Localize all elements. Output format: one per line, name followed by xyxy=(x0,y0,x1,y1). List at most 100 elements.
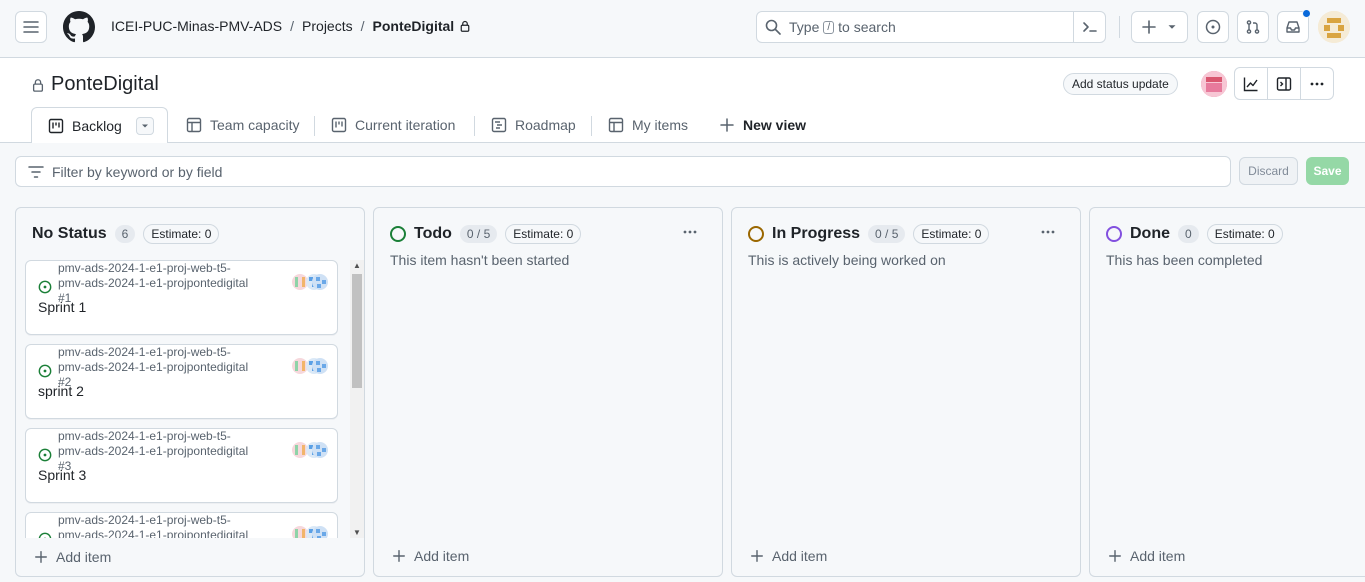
issue-opened-icon xyxy=(38,364,52,378)
graph-icon xyxy=(1243,77,1258,91)
menu-button[interactable] xyxy=(15,11,47,43)
column-done: Done 0 Estimate: 0 This has been complet… xyxy=(1089,207,1365,577)
table-icon xyxy=(186,117,202,133)
assignee-avatars-icon[interactable] xyxy=(292,525,328,538)
breadcrumb-separator: / xyxy=(290,18,295,34)
column-description: This item hasn't been started xyxy=(390,252,570,268)
scroll-up-arrow-icon[interactable]: ▲ xyxy=(353,261,361,270)
side-panel-button[interactable] xyxy=(1268,68,1301,99)
project-title-text: PonteDigital xyxy=(51,73,159,95)
notification-dot xyxy=(1302,9,1311,18)
inbox-button[interactable] xyxy=(1277,9,1311,43)
git-pull-request-icon xyxy=(1246,20,1260,34)
card-repo-line: pmv-ads-2024-1-e1-projpontedigital xyxy=(58,360,249,374)
project-owner-avatar[interactable] xyxy=(1201,71,1227,97)
kebab-horizontal-icon xyxy=(1041,230,1055,234)
column-count: 0 / 5 xyxy=(868,225,906,243)
add-item-button[interactable]: Add item xyxy=(392,548,469,564)
add-status-update-button[interactable]: Add status update xyxy=(1063,73,1178,95)
tab-label: Backlog xyxy=(72,117,122,134)
project-board-icon xyxy=(48,118,64,133)
card[interactable]: pmv-ads-2024-1-e1-proj-web-t5- pmv-ads-20… xyxy=(25,344,338,419)
command-palette-button[interactable] xyxy=(1073,12,1105,42)
lock-icon xyxy=(32,78,44,92)
more-options-button[interactable] xyxy=(1301,68,1333,99)
add-item-button[interactable]: Add item xyxy=(34,549,111,565)
tab-backlog[interactable]: Backlog xyxy=(31,107,168,144)
tab-label: New view xyxy=(743,117,807,133)
lock-icon xyxy=(460,20,470,32)
add-item-label: Add item xyxy=(414,548,470,564)
create-new-button[interactable] xyxy=(1131,11,1188,43)
add-item-button[interactable]: Add item xyxy=(1108,548,1185,564)
card[interactable]: pmv-ads-2024-1-e1-proj-web-t5- pmv-ads-20… xyxy=(25,428,338,503)
column-estimate: Estimate: 0 xyxy=(913,224,990,244)
column-no-status: No Status 6 Estimate: 0 pmv-ads-2024-1-e… xyxy=(15,207,365,577)
card-repo-line: pmv-ads-2024-1-e1-proj-web-t5- xyxy=(58,345,231,359)
plus-icon xyxy=(35,551,47,563)
card-repo-line: pmv-ads-2024-1-e1-proj-web-t5- xyxy=(58,513,231,527)
search-placeholder-prefix: Type xyxy=(789,19,820,35)
column-count: 0 xyxy=(1178,225,1199,243)
scrollbar-thumb[interactable] xyxy=(352,274,362,388)
scroll-down-arrow-icon[interactable]: ▼ xyxy=(353,528,361,537)
add-item-label: Add item xyxy=(1130,548,1186,564)
tab-team-capacity[interactable]: Team capacity xyxy=(186,107,299,143)
column-title: In Progress xyxy=(772,225,861,242)
header-divider xyxy=(1119,16,1120,38)
column-header: Todo 0 / 5 Estimate: 0 xyxy=(390,224,582,244)
search-icon xyxy=(765,19,781,35)
filter-icon xyxy=(28,166,44,178)
search-placeholder-suffix: to search xyxy=(838,19,896,35)
pull-requests-button[interactable] xyxy=(1237,11,1269,43)
table-icon xyxy=(608,117,624,133)
assignee-avatars-icon[interactable] xyxy=(292,273,328,291)
column-estimate: Estimate: 0 xyxy=(143,224,220,244)
issue-opened-icon xyxy=(38,448,52,462)
card-title[interactable]: Sprint 1 xyxy=(38,299,86,315)
card[interactable]: pmv-ads-2024-1-e1-proj-web-t5- pmv-ads-20… xyxy=(25,260,338,335)
search-input[interactable]: Type / to search xyxy=(756,11,1106,43)
discard-button[interactable]: Discard xyxy=(1239,157,1298,185)
column-menu-button[interactable] xyxy=(1034,222,1062,242)
filter-placeholder: Filter by keyword or by field xyxy=(52,163,223,180)
kebab-horizontal-icon xyxy=(683,230,697,234)
search-shortcut-key: / xyxy=(823,20,835,34)
avatar-identicon-icon xyxy=(1201,71,1227,97)
tab-my-items[interactable]: My items xyxy=(608,107,688,143)
card-repo-line: pmv-ads-2024-1-e1-proj-web-t5- xyxy=(58,429,231,443)
insights-button[interactable] xyxy=(1235,68,1268,99)
github-logo-icon[interactable] xyxy=(63,11,95,43)
card[interactable]: pmv-ads-2024-1-e1-proj-web-t5- pmv-ads-20… xyxy=(25,512,338,538)
project-board-icon xyxy=(331,117,347,133)
column-scrollbar[interactable]: ▲ ▼ xyxy=(350,260,364,538)
card-title[interactable]: Sprint 3 xyxy=(38,467,86,483)
add-item-button[interactable]: Add item xyxy=(750,548,827,564)
column-count: 6 xyxy=(114,225,136,243)
status-todo-icon xyxy=(390,226,406,242)
breadcrumb-separator: / xyxy=(360,18,365,34)
card-number: #3 xyxy=(58,459,72,473)
issues-button[interactable] xyxy=(1197,11,1229,43)
assignee-avatars-icon[interactable] xyxy=(292,357,328,375)
plus-icon xyxy=(720,118,734,132)
project-title: PonteDigital xyxy=(31,73,159,96)
column-menu-button[interactable] xyxy=(676,222,704,242)
breadcrumb-org[interactable]: ICEI-PUC-Minas-PMV-ADS xyxy=(111,18,282,34)
plus-icon xyxy=(1109,550,1121,562)
new-view-button[interactable]: New view xyxy=(719,107,806,143)
user-avatar[interactable] xyxy=(1318,11,1350,43)
tab-current-iteration[interactable]: Current iteration xyxy=(331,107,455,143)
column-header: In Progress 0 / 5 Estimate: 0 xyxy=(748,224,990,244)
terminal-icon xyxy=(1082,22,1097,32)
filter-input[interactable]: Filter by keyword or by field xyxy=(15,156,1231,187)
issue-opened-icon xyxy=(38,532,52,538)
save-button[interactable]: Save xyxy=(1306,157,1349,185)
breadcrumb-project[interactable]: PonteDigital xyxy=(373,18,455,34)
tab-options-button[interactable] xyxy=(135,116,154,135)
tab-roadmap[interactable]: Roadmap xyxy=(491,107,576,143)
card-title[interactable]: sprint 2 xyxy=(38,383,84,399)
column-description: This is actively being worked on xyxy=(748,252,946,268)
breadcrumb-projects[interactable]: Projects xyxy=(302,18,353,34)
assignee-avatars-icon[interactable] xyxy=(292,441,328,459)
